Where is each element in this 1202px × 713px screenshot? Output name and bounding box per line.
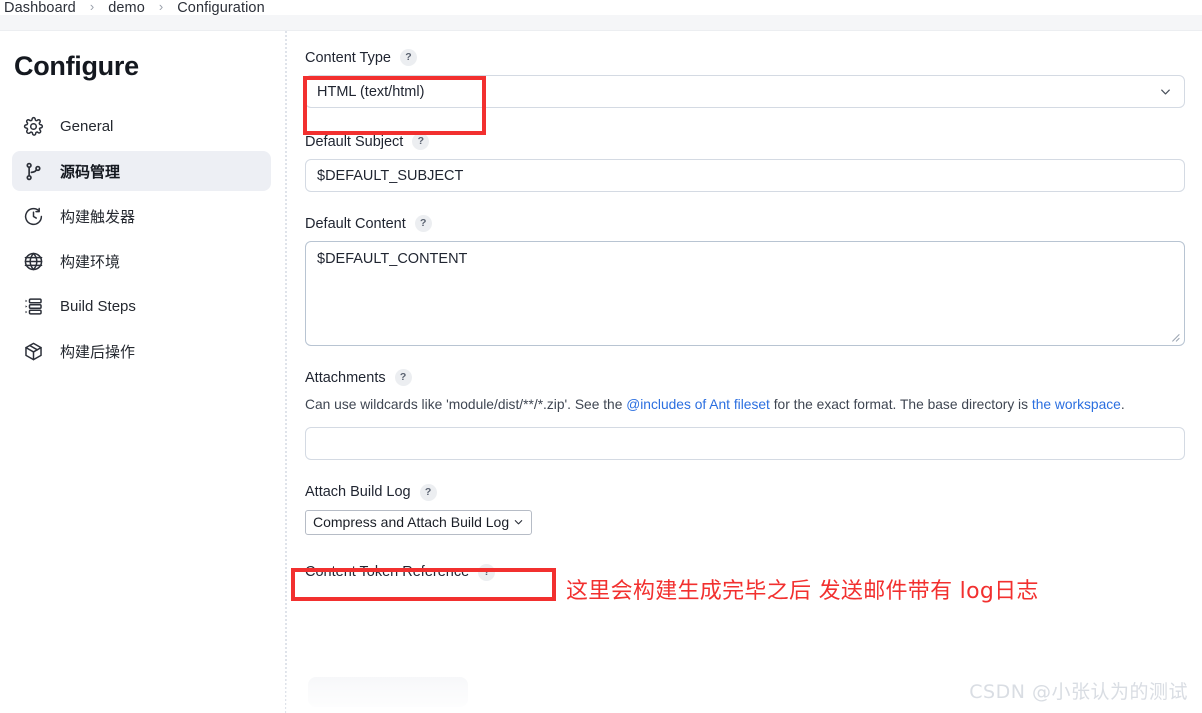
breadcrumb: Dashboard › demo › Configuration [0,0,1202,16]
sidebar-list: General 源码管理 构建触发器 构建环境 Build Steps 构建后操… [12,106,271,371]
field-attach-build-log: Attach Build Log ? Compress and Attach B… [305,483,1184,535]
configure-sidebar: Configure General 源码管理 构建触发器 构建环境 Build … [0,31,285,713]
partially-visible-button[interactable] [308,677,468,707]
gear-icon [22,115,44,137]
field-default-content: Default Content ? $DEFAULT_CONTENT [305,215,1185,346]
package-icon [22,340,44,362]
page-body: Configure General 源码管理 构建触发器 构建环境 Build … [0,31,1202,713]
chevron-down-icon [1159,85,1172,98]
chevron-down-icon [513,517,524,528]
field-default-subject: Default Subject ? $DEFAULT_SUBJECT [305,133,1185,192]
help-icon[interactable]: ? [414,215,432,232]
sidebar-item-label: 源码管理 [60,163,121,181]
content-type-select[interactable]: HTML (text/html) [305,75,1185,108]
sidebar-item-label: 构建触发器 [60,208,136,226]
content-type-label: Content Type [305,49,391,66]
list-steps-icon [22,295,44,317]
breadcrumb-separator-icon: › [89,0,95,14]
annotation-note: 这里会构建生成完毕之后 发送邮件带有 log日志 [566,579,1039,604]
attach-build-log-label: Attach Build Log [305,484,411,501]
git-branch-icon [22,160,44,182]
content-type-value: HTML (text/html) [317,83,425,100]
configuration-form: Content Type ? HTML (text/html) Default … [286,31,1202,713]
sidebar-item-build-environment[interactable]: 构建环境 [12,241,271,281]
attachments-input[interactable] [305,426,1185,460]
default-content-label: Default Content [305,215,406,232]
help-text-part2: for the exact format. The base directory… [769,397,1032,412]
field-content-type: Content Type ? HTML (text/html) [305,49,1185,108]
attachments-label: Attachments [305,369,386,386]
default-subject-input[interactable]: $DEFAULT_SUBJECT [305,159,1185,192]
sidebar-item-label: 构建环境 [60,253,121,271]
clock-icon [22,205,44,227]
sidebar-item-build-steps[interactable]: Build Steps [12,286,271,326]
sidebar-item-label: 构建后操作 [60,343,136,361]
sidebar-item-label: Build Steps [60,297,136,315]
globe-icon [22,250,44,272]
breadcrumb-strip [0,15,1202,31]
help-text-part3: . [1120,397,1125,412]
breadcrumb-item-dashboard[interactable]: Dashboard [2,0,78,16]
watermark: CSDN @小张认为的测试 [969,681,1188,703]
attach-build-log-value: Compress and Attach Build Log [313,514,510,531]
breadcrumb-separator-icon: › [158,0,164,14]
attach-build-log-select[interactable]: Compress and Attach Build Log [305,509,533,535]
resize-handle-icon[interactable] [1169,331,1181,343]
help-icon[interactable]: ? [400,49,417,66]
ant-fileset-link[interactable]: @includes of Ant fileset [626,397,770,412]
default-content-value: $DEFAULT_CONTENT [317,251,468,267]
help-icon[interactable]: ? [412,133,430,150]
jenkins-configure-page: Dashboard › demo › Configuration Configu… [0,0,1202,713]
sidebar-item-post-build-actions[interactable]: 构建后操作 [12,331,271,371]
sidebar-item-label: General [60,117,114,135]
default-subject-value: $DEFAULT_SUBJECT [317,167,464,184]
sidebar-item-general[interactable]: General [12,106,271,146]
sidebar-item-source-code-management[interactable]: 源码管理 [12,151,271,191]
help-icon[interactable]: ? [478,563,496,581]
breadcrumb-item-configuration[interactable]: Configuration [175,0,267,16]
default-content-textarea[interactable]: $DEFAULT_CONTENT [305,241,1185,346]
page-title: Configure [14,51,139,81]
breadcrumb-item-demo[interactable]: demo [106,0,147,16]
default-subject-label: Default Subject [305,133,404,150]
attachments-help-text: Can use wildcards like 'module/dist/**/*… [305,395,1155,416]
help-text-part1: Can use wildcards like 'module/dist/**/*… [305,397,627,412]
help-icon[interactable]: ? [419,483,437,501]
content-token-reference-label: Content Token Reference [305,564,470,581]
help-icon[interactable]: ? [394,369,412,386]
workspace-link[interactable]: the workspace [1032,397,1121,412]
field-attachments: Attachments ? Can use wildcards like 'mo… [305,369,1185,460]
sidebar-item-build-triggers[interactable]: 构建触发器 [12,196,271,236]
